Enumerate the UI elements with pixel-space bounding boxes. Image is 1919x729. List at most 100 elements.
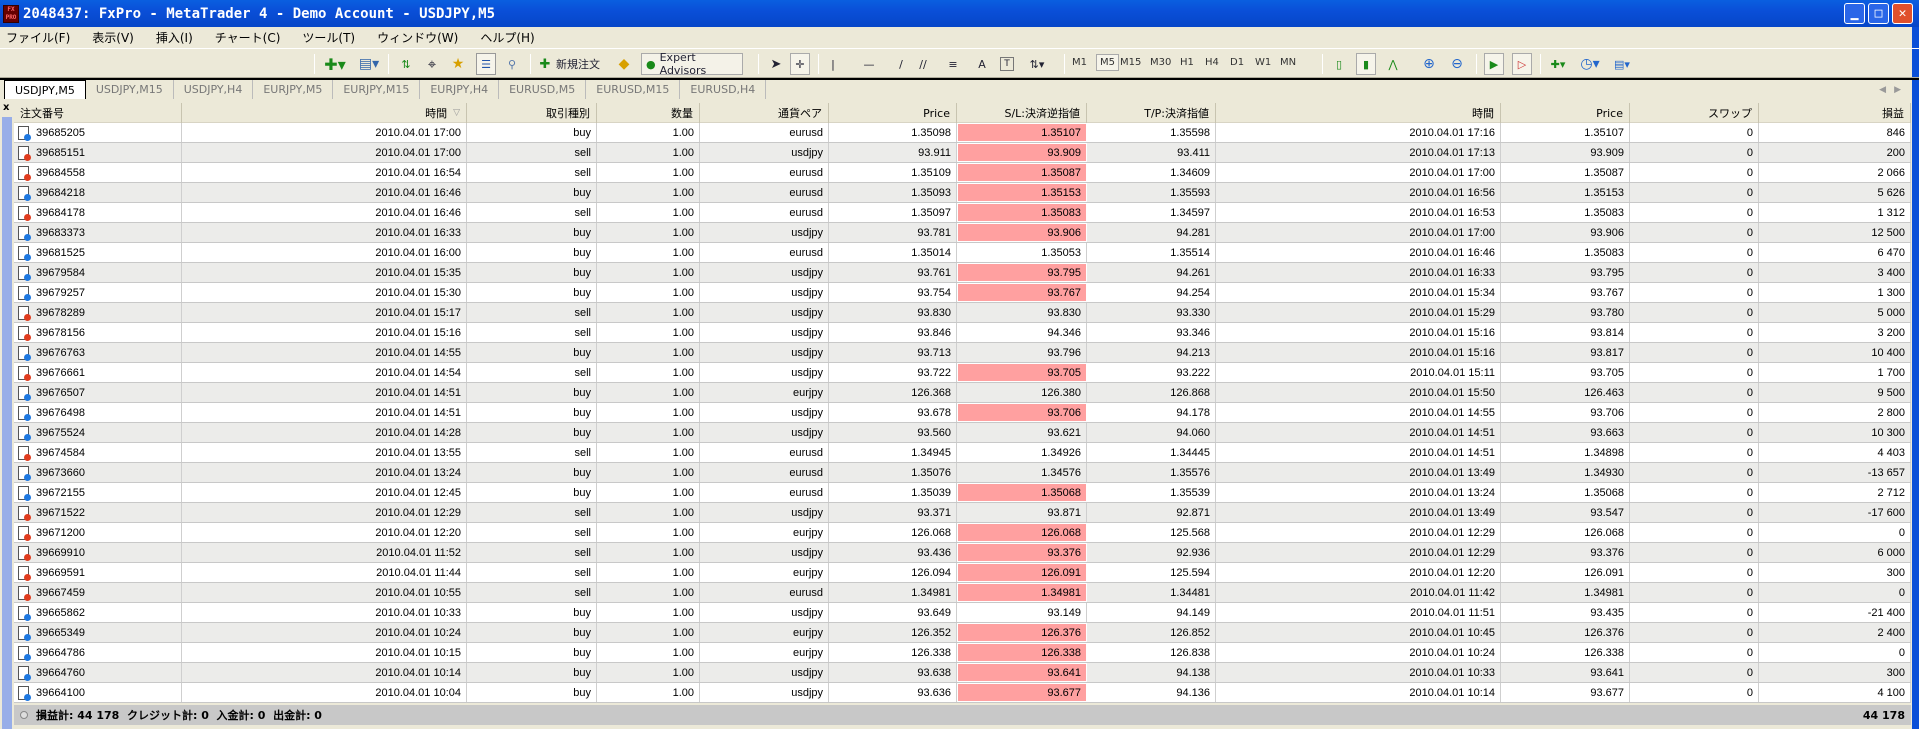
table-row[interactable]: 39673660 2010.04.01 13:24 buy 1.00 eurusd 1.3…: [14, 463, 1911, 483]
table-row[interactable]: 39684218 2010.04.01 16:46 buy 1.00 eurusd 1.3…: [14, 183, 1911, 203]
navigator-icon[interactable]: ★: [448, 53, 468, 75]
table-row[interactable]: 39669591 2010.04.01 11:44 sell 1.00 eurjpy 12…: [14, 563, 1911, 583]
table-row[interactable]: 39674584 2010.04.01 13:55 sell 1.00 eurusd 1.…: [14, 443, 1911, 463]
table-row[interactable]: 39678289 2010.04.01 15:17 sell 1.00 usdjpy 93…: [14, 303, 1911, 323]
table-row[interactable]: 39676661 2010.04.01 14:54 sell 1.00 usdjpy 93…: [14, 363, 1911, 383]
table-row[interactable]: 39671200 2010.04.01 12:20 sell 1.00 eurjpy 12…: [14, 523, 1911, 543]
column-header-type[interactable]: 取引種別: [467, 103, 597, 123]
timeframe-m30[interactable]: M30: [1150, 57, 1171, 68]
table-row[interactable]: 39671522 2010.04.01 12:29 sell 1.00 usdjpy 93…: [14, 503, 1911, 523]
table-row[interactable]: 39685205 2010.04.01 17:00 buy 1.00 eurusd 1.3…: [14, 123, 1911, 143]
market-watch-icon[interactable]: ⇅: [396, 53, 416, 75]
timeframe-m15[interactable]: M15: [1120, 57, 1141, 68]
menu-item-5[interactable]: ウィンドウ(W): [377, 29, 458, 46]
auto-scroll-icon[interactable]: ▶: [1484, 53, 1504, 75]
column-header-stop-loss[interactable]: S/L:決済逆指値: [957, 103, 1087, 123]
column-header-profit[interactable]: 損益: [1759, 103, 1911, 123]
crosshair-icon[interactable]: ✛: [790, 53, 810, 75]
table-row[interactable]: 39669910 2010.04.01 11:52 sell 1.00 usdjpy 93…: [14, 543, 1911, 563]
column-header-swap[interactable]: スワップ: [1630, 103, 1759, 123]
text-icon[interactable]: A: [975, 53, 989, 75]
sort-arrow-icon[interactable]: ▽: [453, 108, 460, 118]
tab-eurusd-h4[interactable]: EURUSD,H4: [680, 80, 767, 99]
menu-item-3[interactable]: チャート(C): [215, 29, 281, 46]
menu-item-4[interactable]: ツール(T): [302, 29, 355, 46]
column-header-volume[interactable]: 数量: [597, 103, 700, 123]
table-row[interactable]: 39679584 2010.04.01 15:35 buy 1.00 usdjpy 93.…: [14, 263, 1911, 283]
zoom-in-icon[interactable]: ⊕: [1420, 53, 1438, 75]
new-order-icon[interactable]: ✚: [536, 53, 554, 75]
expert-advisors-button[interactable]: ● Expert Advisors: [641, 51, 743, 77]
table-row[interactable]: 39676498 2010.04.01 14:51 buy 1.00 usdjpy 93.…: [14, 403, 1911, 423]
line-chart-icon[interactable]: ⋀: [1384, 53, 1402, 75]
new-order-button[interactable]: 新規注文: [556, 53, 600, 75]
table-row[interactable]: 39684178 2010.04.01 16:46 sell 1.00 eurusd 1.…: [14, 203, 1911, 223]
table-row[interactable]: 39685151 2010.04.01 17:00 sell 1.00 usdjpy 93…: [14, 143, 1911, 163]
column-header-close-time[interactable]: 時間: [1216, 103, 1501, 123]
menu-item-6[interactable]: ヘルプ(H): [480, 29, 534, 46]
column-header-open-time[interactable]: 時間 ▽: [182, 103, 467, 123]
maximize-button[interactable]: □: [1868, 3, 1889, 24]
table-row[interactable]: 39684558 2010.04.01 16:54 sell 1.00 eurusd 1.…: [14, 163, 1911, 183]
column-header-close-price[interactable]: Price: [1501, 103, 1630, 123]
table-row[interactable]: 39681525 2010.04.01 16:00 buy 1.00 eurusd 1.3…: [14, 243, 1911, 263]
table-row[interactable]: 39664786 2010.04.01 10:15 buy 1.00 eurjpy 126…: [14, 643, 1911, 663]
timeframe-d1[interactable]: D1: [1230, 57, 1244, 68]
data-window-icon[interactable]: ⌖: [422, 53, 442, 75]
tab-usdjpy-m15[interactable]: USDJPY,M15: [86, 80, 174, 99]
table-row[interactable]: 39676763 2010.04.01 14:55 buy 1.00 usdjpy 93.…: [14, 343, 1911, 363]
table-row[interactable]: 39665862 2010.04.01 10:33 buy 1.00 usdjpy 93.…: [14, 603, 1911, 623]
horizontal-line-icon[interactable]: —: [862, 53, 876, 75]
vertical-line-icon[interactable]: |: [826, 53, 840, 75]
chart-shift-icon[interactable]: ▷: [1512, 53, 1532, 75]
minimize-button[interactable]: ▁: [1844, 3, 1865, 24]
templates-icon[interactable]: ▤▾: [1610, 53, 1634, 75]
tab-usdjpy-m5[interactable]: USDJPY,M5: [4, 80, 86, 99]
timeframe-w1[interactable]: W1: [1255, 57, 1271, 68]
text-label-icon[interactable]: T: [1000, 57, 1014, 71]
timeframe-m5[interactable]: M5: [1096, 54, 1119, 71]
terminal-close-button[interactable]: x: [3, 102, 9, 113]
terminal-icon[interactable]: ☰: [476, 53, 496, 75]
periods-icon[interactable]: ◷▾: [1578, 53, 1602, 75]
table-row[interactable]: 39667459 2010.04.01 10:55 sell 1.00 eurusd 1.…: [14, 583, 1911, 603]
column-header-order-id[interactable]: 注文番号: [14, 103, 182, 123]
table-row[interactable]: 39675524 2010.04.01 14:28 buy 1.00 usdjpy 93.…: [14, 423, 1911, 443]
new-chart-icon[interactable]: ✚▾: [322, 53, 348, 75]
indicators-icon[interactable]: ✚▾: [1546, 53, 1570, 75]
tab-eurjpy-h4[interactable]: EURJPY,H4: [420, 80, 500, 99]
tab-eurusd-m5[interactable]: EURUSD,M5: [499, 80, 587, 99]
menu-item-2[interactable]: 挿入(I): [156, 29, 193, 46]
column-header-symbol[interactable]: 通貨ペア: [700, 103, 829, 123]
profiles-icon[interactable]: ▤▾: [356, 53, 382, 75]
equidistant-channel-icon[interactable]: ∕∕: [915, 53, 931, 75]
terminal-title-strip[interactable]: [2, 117, 12, 729]
table-row[interactable]: 39664760 2010.04.01 10:14 buy 1.00 usdjpy 93.…: [14, 663, 1911, 683]
menu-item-1[interactable]: 表示(V): [92, 29, 134, 46]
tab-eurjpy-m5[interactable]: EURJPY,M5: [253, 80, 334, 99]
menu-item-0[interactable]: ファイル(F): [6, 29, 70, 46]
trendline-icon[interactable]: /: [894, 53, 908, 75]
arrows-icon[interactable]: ⇅▾: [1025, 53, 1049, 75]
fibonacci-icon[interactable]: ≡: [945, 53, 961, 75]
timeframe-h4[interactable]: H4: [1205, 57, 1219, 68]
cursor-icon[interactable]: ➤: [768, 53, 784, 75]
table-row[interactable]: 39672155 2010.04.01 12:45 buy 1.00 eurusd 1.3…: [14, 483, 1911, 503]
column-header-open-price[interactable]: Price: [829, 103, 957, 123]
table-row[interactable]: 39676507 2010.04.01 14:51 buy 1.00 eurjpy 126…: [14, 383, 1911, 403]
strategy-tester-icon[interactable]: ⚲: [502, 53, 522, 75]
tab-eurusd-m15[interactable]: EURUSD,M15: [586, 80, 681, 99]
timeframe-h1[interactable]: H1: [1180, 57, 1194, 68]
zoom-out-icon[interactable]: ⊖: [1448, 53, 1466, 75]
table-row[interactable]: 39683373 2010.04.01 16:33 buy 1.00 usdjpy 93.…: [14, 223, 1911, 243]
column-header-take-profit[interactable]: T/P:決済指値: [1087, 103, 1216, 123]
timeframe-mn[interactable]: MN: [1280, 57, 1296, 68]
tab-scroll-arrows[interactable]: ◀▶: [1879, 85, 1909, 95]
table-row[interactable]: 39678156 2010.04.01 15:16 sell 1.00 usdjpy 93…: [14, 323, 1911, 343]
candlestick-icon[interactable]: ▮: [1356, 53, 1376, 75]
close-button[interactable]: ✕: [1892, 3, 1913, 24]
table-row[interactable]: 39665349 2010.04.01 10:24 buy 1.00 eurjpy 126…: [14, 623, 1911, 643]
warning-icon[interactable]: ◆: [614, 53, 634, 75]
tab-eurjpy-m15[interactable]: EURJPY,M15: [333, 80, 421, 99]
table-row[interactable]: 39679257 2010.04.01 15:30 buy 1.00 usdjpy 93.…: [14, 283, 1911, 303]
